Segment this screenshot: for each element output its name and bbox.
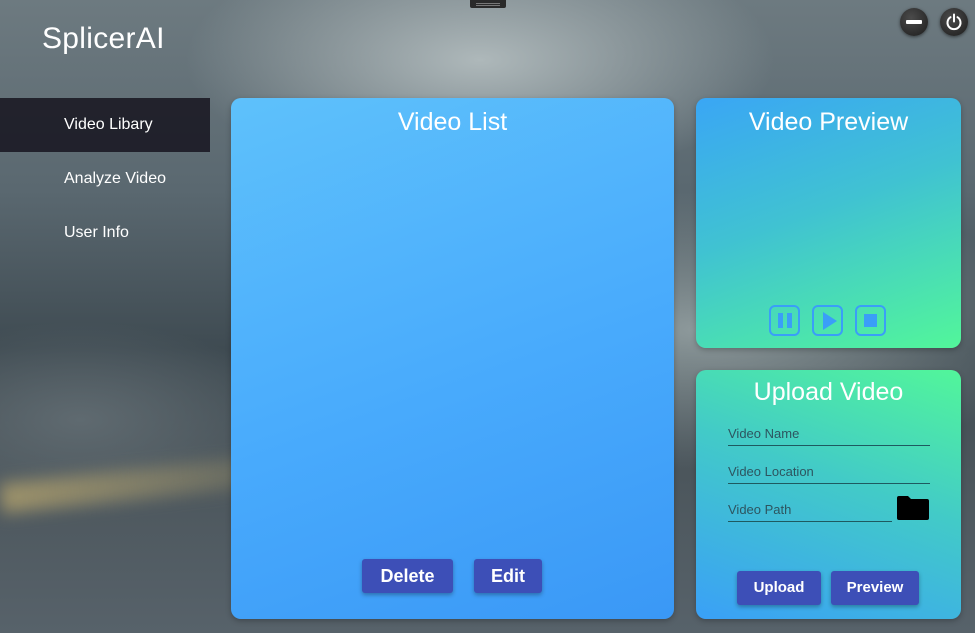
- video-location-field: [728, 460, 930, 484]
- sidebar-item-video-library[interactable]: Video Libary: [0, 98, 210, 152]
- pause-icon[interactable]: [769, 305, 800, 336]
- upload-video-panel: Upload Video Upload Preview: [696, 370, 961, 619]
- edit-button[interactable]: Edit: [474, 559, 542, 593]
- upload-video-title: Upload Video: [753, 378, 904, 406]
- video-list-title: Video List: [397, 108, 508, 136]
- play-icon[interactable]: [812, 305, 843, 336]
- video-name-field: [728, 422, 930, 446]
- folder-icon[interactable]: [897, 494, 929, 520]
- sidebar-nav: Video Libary Analyze Video User Info: [0, 98, 210, 260]
- video-list-panel: Video List Delete Edit: [231, 98, 674, 619]
- sidebar-item-analyze-video[interactable]: Analyze Video: [0, 152, 210, 206]
- video-location-input[interactable]: [728, 460, 930, 482]
- background-blur: [0, 456, 261, 514]
- window-drag-handle[interactable]: [470, 0, 506, 8]
- video-path-field: [728, 498, 892, 522]
- preview-button[interactable]: Preview: [831, 571, 919, 605]
- sidebar-item-user-info[interactable]: User Info: [0, 206, 210, 260]
- video-name-input[interactable]: [728, 422, 930, 444]
- video-path-input[interactable]: [728, 498, 892, 520]
- app-title: SplicerAI: [42, 22, 165, 55]
- stop-icon[interactable]: [855, 305, 886, 336]
- video-preview-title: Video Preview: [748, 108, 909, 136]
- minimize-icon[interactable]: [900, 8, 928, 36]
- delete-button[interactable]: Delete: [362, 559, 453, 593]
- video-preview-panel: Video Preview: [696, 98, 961, 348]
- upload-button[interactable]: Upload: [737, 571, 821, 605]
- power-icon[interactable]: [940, 8, 968, 36]
